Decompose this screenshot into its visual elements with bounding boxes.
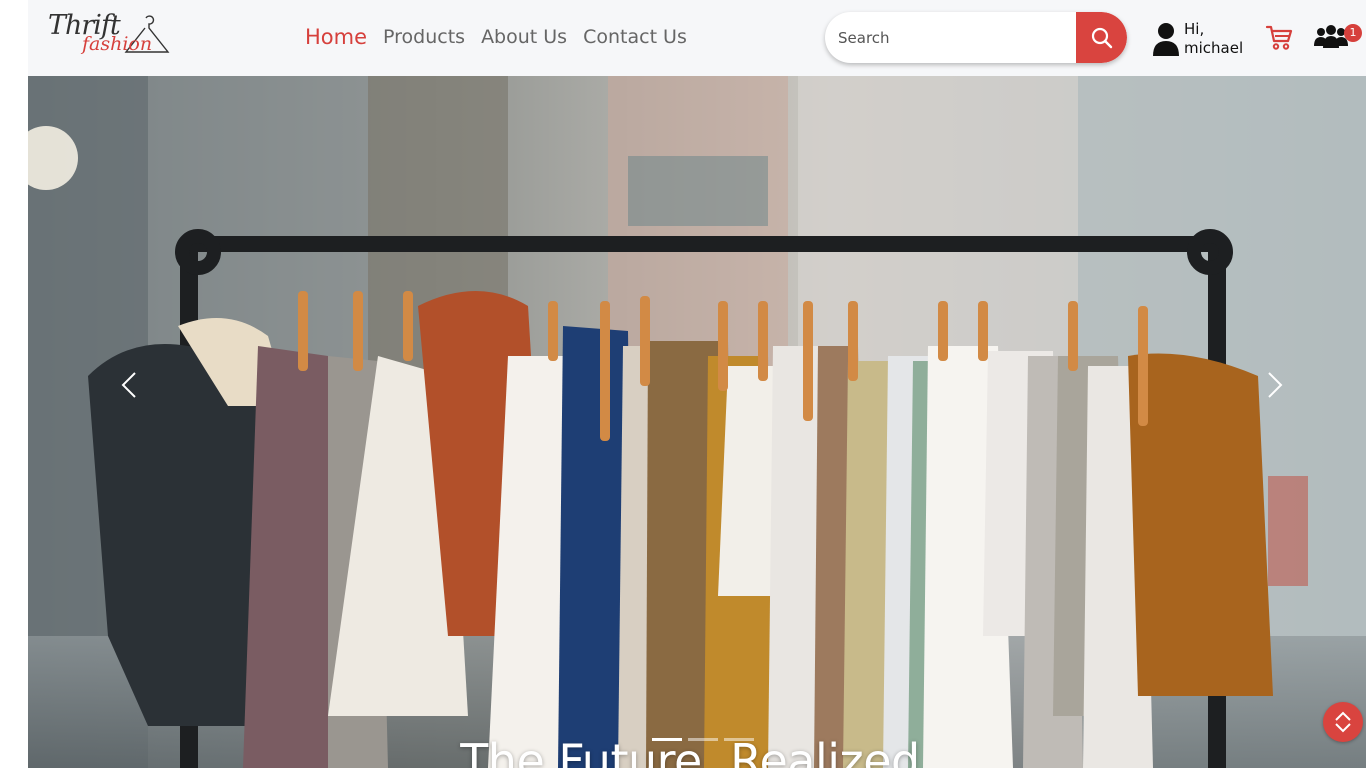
carousel-next-button[interactable] <box>1260 370 1290 400</box>
notification-badge: 1 <box>1344 24 1362 42</box>
chevron-left-icon <box>121 372 136 398</box>
cart-icon <box>1265 25 1293 50</box>
search-box <box>825 12 1127 63</box>
page: Thrift fashion Home Products About Us Co… <box>0 0 1366 768</box>
carousel-indicator-1[interactable] <box>652 738 682 741</box>
chevron-right-icon <box>1268 372 1283 398</box>
carousel-prev-button[interactable] <box>114 370 144 400</box>
group-icon <box>1314 25 1348 48</box>
community-button[interactable] <box>1314 24 1348 54</box>
carousel-indicator-3[interactable] <box>724 738 754 741</box>
greeting-line1: Hi, <box>1184 20 1205 38</box>
search-button[interactable] <box>1076 12 1127 63</box>
search-input[interactable] <box>825 12 1075 63</box>
user-greeting: Hi, michael <box>1184 20 1243 58</box>
nav-link-about[interactable]: About Us <box>481 22 567 52</box>
nav-link-home[interactable]: Home <box>305 22 367 52</box>
search-icon <box>1091 27 1112 48</box>
carousel-indicator-2[interactable] <box>688 738 718 741</box>
main-nav: Home Products About Us Contact Us <box>305 22 687 52</box>
clothing-rack-photo <box>28 76 1366 768</box>
hero-carousel: The Future, Realized. <box>28 76 1366 768</box>
nav-link-contact[interactable]: Contact Us <box>583 22 687 52</box>
navbar: Thrift fashion Home Products About Us Co… <box>28 0 1366 76</box>
user-account[interactable]: Hi, michael <box>1152 20 1243 58</box>
user-icon <box>1153 23 1179 56</box>
brand-logo[interactable]: Thrift fashion <box>48 10 178 66</box>
cart-button[interactable] <box>1265 23 1293 55</box>
chevrons-up-down-icon <box>1335 711 1351 733</box>
greeting-username: michael <box>1184 39 1244 57</box>
scroll-top-button[interactable] <box>1323 702 1363 742</box>
brand-line2: fashion <box>82 33 153 55</box>
carousel-indicators <box>652 738 754 741</box>
nav-link-products[interactable]: Products <box>383 22 465 52</box>
